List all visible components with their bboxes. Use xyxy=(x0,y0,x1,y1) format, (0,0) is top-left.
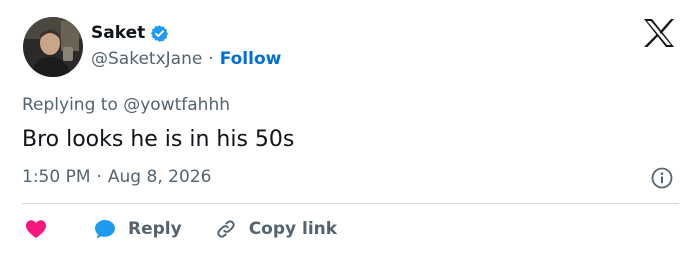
x-logo-icon[interactable] xyxy=(641,17,677,49)
copy-link-button[interactable]: Copy link xyxy=(214,217,337,241)
divider xyxy=(22,203,679,204)
heart-icon[interactable] xyxy=(24,217,48,241)
handle-separator: · xyxy=(208,49,214,69)
tweet-date[interactable]: Aug 8, 2026 xyxy=(108,166,212,188)
tweet-time[interactable]: 1:50 PM xyxy=(22,166,91,188)
handle-row: @SaketxJane · Follow xyxy=(91,48,281,70)
reply-button[interactable]: Reply xyxy=(93,217,182,241)
author-handle[interactable]: @SaketxJane xyxy=(91,48,202,70)
action-bar: Reply Copy link xyxy=(22,216,337,242)
author-name-text[interactable]: Saket xyxy=(91,22,145,44)
reply-target-handle[interactable]: @yowtfahhh xyxy=(123,95,230,115)
copy-link-label[interactable]: Copy link xyxy=(249,219,337,239)
info-icon[interactable] xyxy=(651,167,673,189)
reply-label[interactable]: Reply xyxy=(128,219,182,239)
author-name[interactable]: Saket xyxy=(91,22,169,44)
like-button[interactable] xyxy=(22,217,48,241)
speech-bubble-icon[interactable] xyxy=(93,217,117,241)
verified-badge-icon xyxy=(150,24,169,43)
follow-button[interactable]: Follow xyxy=(220,48,282,70)
tweet-embed-card: Saket @SaketxJane · Follow Replying to @… xyxy=(0,0,700,256)
timestamp-separator: · xyxy=(96,167,102,187)
link-icon[interactable] xyxy=(214,217,238,241)
timestamp-row[interactable]: 1:50 PM · Aug 8, 2026 xyxy=(22,166,211,188)
reply-context-prefix: Replying to xyxy=(22,95,118,115)
avatar[interactable] xyxy=(23,17,83,77)
tweet-text: Bro looks he is in his 50s xyxy=(22,127,295,152)
reply-context: Replying to @yowtfahhh xyxy=(22,94,230,116)
